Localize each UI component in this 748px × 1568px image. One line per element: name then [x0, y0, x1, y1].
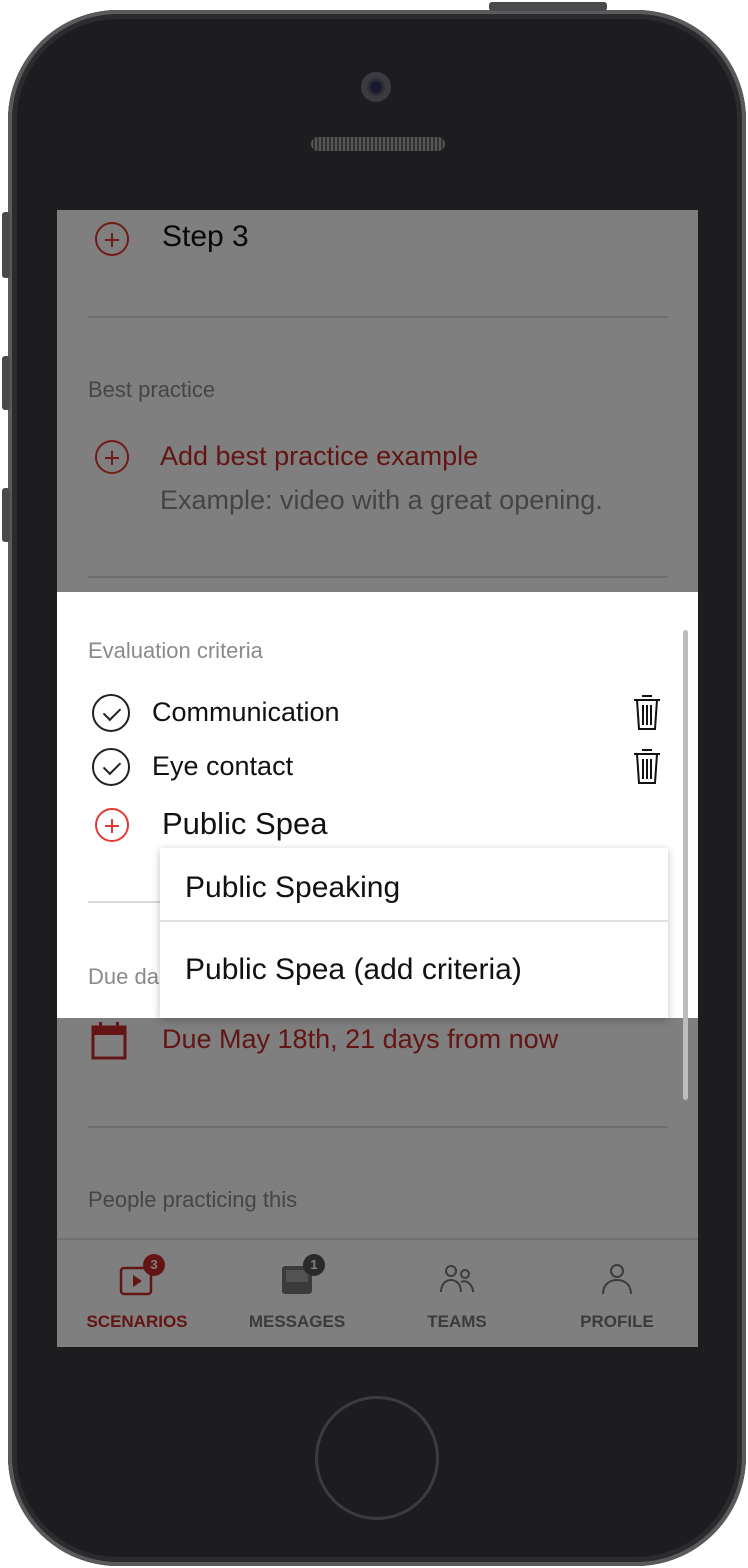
earpiece-speaker — [311, 137, 445, 151]
criteria-item: Communication — [152, 697, 340, 727]
app-screen: Step 3 Best practice Add best practice e… — [57, 210, 698, 1347]
power-button — [489, 2, 607, 11]
autocomplete-dropdown: Public Speaking Public Spea (add criteri… — [160, 848, 668, 1018]
modal-dim-overlay[interactable] — [57, 210, 698, 592]
scrollbar[interactable] — [683, 630, 688, 1100]
volume-down-button — [2, 488, 10, 542]
due-date-label: Due da — [88, 964, 159, 989]
evaluation-criteria-label: Evaluation criteria — [88, 638, 263, 663]
dropdown-separator — [160, 920, 668, 922]
add-criteria-icon[interactable] — [95, 808, 129, 842]
criteria-item: Eye contact — [152, 751, 294, 781]
mute-switch — [2, 212, 10, 278]
dropdown-option[interactable]: Public Speaking — [160, 852, 668, 924]
trash-icon[interactable] — [631, 692, 663, 732]
home-button[interactable] — [315, 1396, 439, 1520]
criteria-input[interactable]: Public Spea — [162, 806, 327, 842]
modal-dim-overlay[interactable] — [57, 1018, 698, 1347]
front-camera — [361, 72, 391, 102]
check-icon — [92, 694, 130, 732]
check-icon — [92, 748, 130, 786]
volume-up-button — [2, 356, 10, 410]
dropdown-option-add[interactable]: Public Spea (add criteria) — [160, 934, 668, 1006]
trash-icon[interactable] — [631, 746, 663, 786]
